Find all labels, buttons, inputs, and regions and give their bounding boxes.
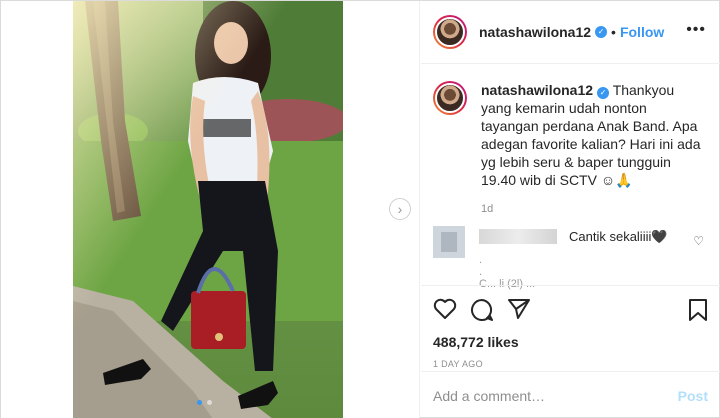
separator-dot: •	[611, 24, 616, 40]
caption-timestamp[interactable]: 1d	[481, 200, 701, 218]
next-slide-button[interactable]: ›	[389, 198, 411, 220]
commenter-username-redacted	[479, 229, 557, 244]
bookmark-icon[interactable]	[688, 298, 708, 327]
caption-block: natashawilona12 ✓ Thankyou yang kemarin u…	[433, 81, 713, 218]
add-comment-bar: Post	[421, 371, 720, 418]
post-sidebar: natashawilona12 ✓ • Follow ••• natashawi…	[421, 1, 720, 418]
follow-button[interactable]: Follow	[620, 24, 664, 40]
post-comment-button[interactable]: Post	[678, 388, 708, 404]
post-timestamp[interactable]: 1 DAY AGO	[433, 359, 708, 369]
verified-badge-icon: ✓	[595, 26, 608, 38]
comment-item: Cantik sekaliiii🖤 ♡ . . C... li (2l) ...	[433, 226, 718, 290]
carousel-dot-2	[207, 400, 212, 405]
add-comment-input[interactable]	[433, 387, 678, 404]
likes-count[interactable]: 488,772 likes	[433, 334, 708, 350]
caption-username[interactable]: natashawilona12	[481, 82, 593, 98]
author-username[interactable]: natashawilona12	[479, 24, 591, 40]
comment-like-icon[interactable]: ♡	[693, 234, 704, 248]
more-options-icon[interactable]: •••	[686, 22, 706, 38]
post-photo	[73, 1, 343, 418]
instagram-post-card: › natashawilona12 ✓ • Follow ••• natasha…	[0, 0, 720, 418]
chevron-right-icon: ›	[397, 201, 403, 217]
action-bar: 488,772 likes 1 DAY AGO	[421, 285, 720, 369]
commenter-avatar[interactable]	[433, 226, 465, 258]
caption-avatar[interactable]	[433, 81, 467, 115]
author-avatar[interactable]	[433, 15, 467, 49]
comment-icon[interactable]	[470, 298, 494, 327]
photo-pane: ›	[1, 1, 420, 418]
post-header: natashawilona12 ✓ • Follow •••	[421, 1, 720, 64]
heart-icon[interactable]	[433, 298, 457, 325]
comment-text: Cantik sekaliiii🖤	[569, 229, 668, 244]
carousel-dot-1	[197, 400, 202, 405]
share-icon[interactable]	[507, 298, 531, 325]
carousel-dots	[197, 400, 212, 405]
verified-badge-icon: ✓	[597, 87, 610, 99]
